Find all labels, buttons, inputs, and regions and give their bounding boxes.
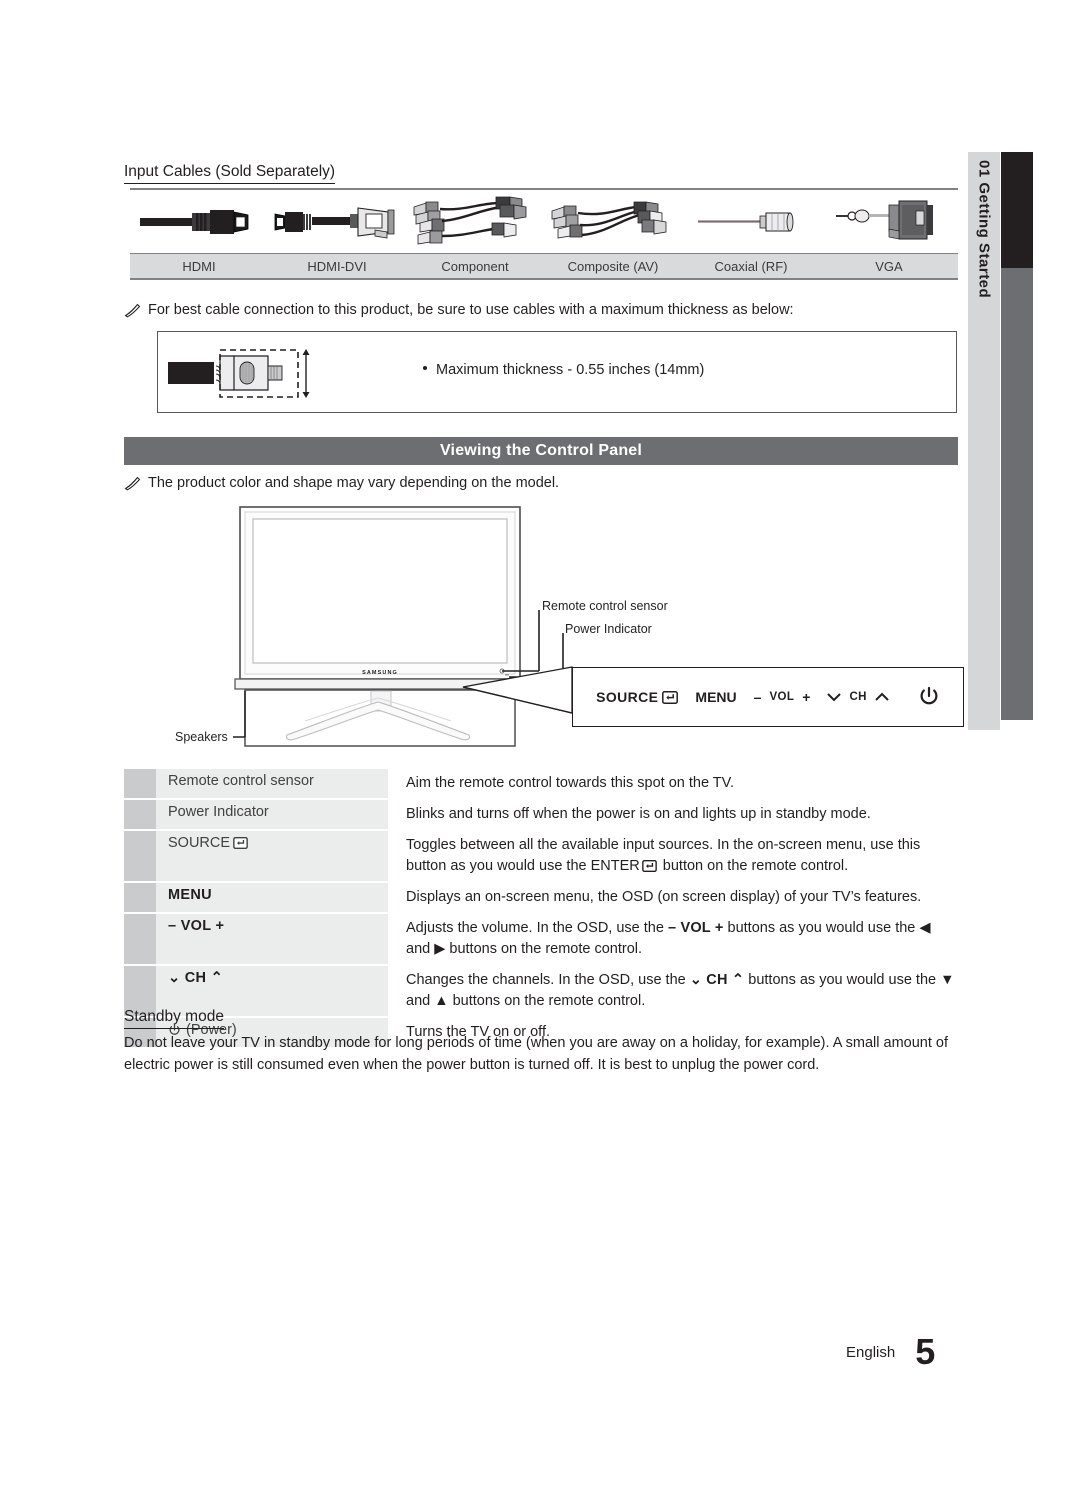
- row-swatch: [124, 883, 156, 913]
- cable-label-hdmi-dvi: HDMI-DVI: [307, 258, 367, 274]
- panel-source-button[interactable]: SOURCE: [596, 689, 679, 705]
- panel-power-button[interactable]: [918, 686, 940, 708]
- vol-plus-icon[interactable]: +: [802, 689, 810, 705]
- panel-volume-buttons[interactable]: – VOL +: [754, 689, 811, 705]
- chevron-down-icon[interactable]: [827, 692, 842, 702]
- row-value-kbd: – VOL +: [667, 920, 724, 937]
- row-value: Changes the channels. In the OSD, use th…: [388, 966, 958, 1016]
- table-row: ⌄ CH ⌃ Changes the channels. In the OSD,…: [124, 966, 958, 1017]
- standby-mode-heading: Standby mode: [124, 1008, 224, 1029]
- row-key: Remote control sensor: [156, 769, 388, 799]
- thickness-note-text: For best cable connection to this produc…: [148, 302, 794, 318]
- input-cables-table: HDMI HDMI-DVI Component Composite (AV) C…: [130, 188, 958, 280]
- bullet-dot-icon: [423, 366, 427, 370]
- cable-label-vga: VGA: [875, 258, 903, 274]
- side-bar-black: [1001, 152, 1033, 268]
- chevron-up-icon[interactable]: [875, 692, 889, 702]
- row-key: MENU: [156, 883, 388, 913]
- panel-source-label: SOURCE: [596, 689, 659, 705]
- panel-channel-buttons[interactable]: CH: [827, 691, 889, 703]
- row-value: Aim the remote control towards this spot…: [406, 775, 735, 791]
- control-panel-description-table: Remote control sensor Aim the remote con…: [124, 769, 958, 1049]
- composite-cable-icon: [544, 190, 682, 253]
- row-key: Power Indicator: [156, 800, 388, 830]
- row-value-kbd: ⌄ CH ⌃: [689, 972, 745, 989]
- panel-vol-label: VOL: [769, 691, 795, 703]
- footer-language: English: [846, 1343, 896, 1361]
- side-tab-label: 01 Getting Started: [975, 160, 993, 299]
- cable-label-component: Component: [441, 258, 509, 274]
- vga-cable-icon: [820, 190, 958, 253]
- table-row: – VOL + Adjusts the volume. In the OSD, …: [124, 914, 958, 965]
- panel-menu-button[interactable]: MENU: [695, 689, 736, 705]
- callout-power-indicator: Power Indicator: [565, 622, 652, 636]
- product-color-note: The product color and shape may vary dep…: [124, 475, 559, 491]
- row-value: Blinks and turns off when the power is o…: [406, 806, 871, 823]
- product-color-note-text: The product color and shape may vary dep…: [148, 475, 560, 491]
- manual-page: 01 Getting Started Input Cables (Sold Se…: [0, 0, 1080, 1494]
- thickness-bullet-text: Maximum thickness - 0.55 inches (14mm): [436, 362, 705, 378]
- vol-minus-icon[interactable]: –: [754, 689, 762, 705]
- side-bar-gray: [1001, 268, 1033, 720]
- cable-labels-row: HDMI HDMI-DVI Component Composite (AV) C…: [130, 253, 958, 280]
- hdmi-thickness-diagram-icon: [168, 349, 310, 398]
- row-value: Toggles between all the available input …: [388, 831, 958, 881]
- table-row: Power Indicator Blinks and turns off whe…: [124, 800, 958, 830]
- callout-remote-control-sensor: Remote control sensor: [542, 599, 668, 613]
- footer-page-number: 5: [915, 1331, 936, 1372]
- callout-speakers: Speakers: [175, 730, 228, 744]
- side-tab-chapter: 01 Getting Started: [968, 152, 1000, 730]
- thickness-note: For best cable connection to this produc…: [124, 302, 794, 318]
- panel-ch-label: CH: [849, 691, 867, 703]
- hdmi-dvi-cable-icon: [268, 190, 406, 253]
- enter-icon: [233, 837, 248, 849]
- row-value-part1: Changes the channels. In the OSD, use th…: [406, 972, 690, 989]
- cable-images-row: [130, 188, 958, 253]
- tv-control-panel-figure: SAMSUNG Remote control sensor Power Indi…: [175, 505, 965, 755]
- enter-icon: [662, 690, 679, 704]
- table-row: Remote control sensor Aim the remote con…: [124, 769, 958, 799]
- enter-icon: [641, 860, 657, 873]
- thickness-bullet-item: Maximum thickness - 0.55 inches (14mm): [423, 362, 704, 378]
- table-row: MENU Displays an on-screen menu, the OSD…: [124, 883, 958, 913]
- thickness-diagram-box: Maximum thickness - 0.55 inches (14mm): [157, 331, 957, 413]
- coaxial-cable-icon: [682, 190, 820, 253]
- row-key-label: SOURCE: [168, 835, 231, 852]
- row-value-part1: Adjusts the volume. In the OSD, use the: [406, 920, 668, 937]
- hdmi-cable-icon: [130, 190, 268, 253]
- row-swatch: [124, 800, 156, 830]
- page-footer: English 5: [846, 1334, 935, 1370]
- row-value: Adjusts the volume. In the OSD, use the …: [388, 914, 958, 964]
- svg-text:SAMSUNG: SAMSUNG: [362, 670, 398, 676]
- row-swatch: [124, 769, 156, 799]
- component-cable-icon: [406, 190, 544, 253]
- table-row: SOURCE Toggles between all the available…: [124, 831, 958, 882]
- input-cables-heading: Input Cables (Sold Separately): [124, 163, 336, 184]
- row-value: Displays an on-screen menu, the OSD (on …: [406, 889, 922, 906]
- standby-mode-body: Do not leave your TV in standby mode for…: [124, 1035, 948, 1073]
- note-pencil-icon: [124, 476, 141, 491]
- row-key-source: SOURCE: [156, 831, 388, 882]
- note-pencil-icon: [124, 303, 141, 318]
- row-swatch: [124, 831, 156, 882]
- row-key: – VOL +: [156, 914, 388, 965]
- cable-label-coaxial: Coaxial (RF): [714, 258, 788, 274]
- row-swatch: [124, 914, 156, 965]
- cable-label-hdmi: HDMI: [182, 258, 216, 274]
- row-value-kbd: ENTER: [590, 858, 640, 875]
- row-value-part2: button on the remote control.: [658, 858, 849, 875]
- cable-label-composite: Composite (AV): [567, 258, 659, 274]
- control-panel-detail: SOURCE MENU – VOL + CH: [572, 667, 964, 727]
- section-title-bar: Viewing the Control Panel: [124, 437, 958, 465]
